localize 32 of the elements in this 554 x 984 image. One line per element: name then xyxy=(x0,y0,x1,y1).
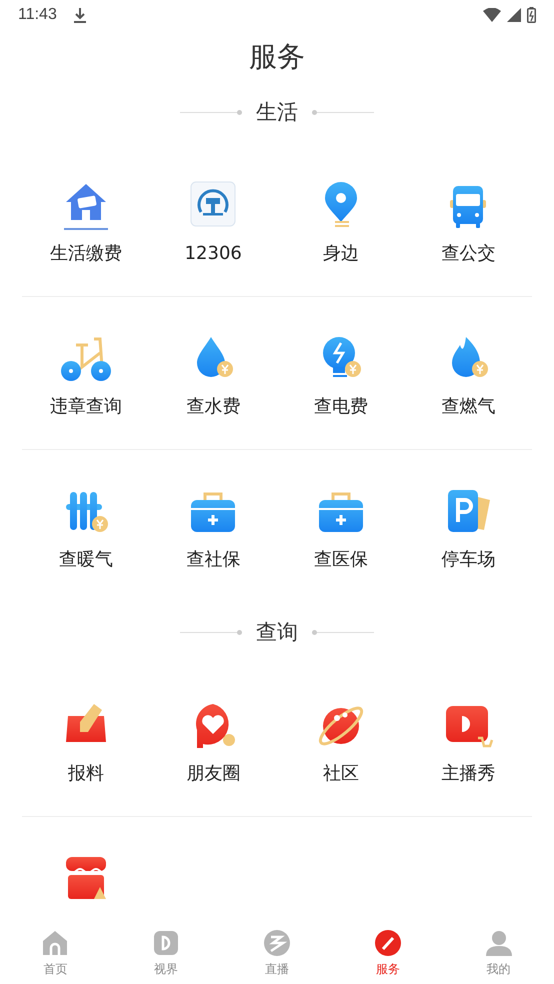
service-label[interactable]: 身边 xyxy=(322,242,359,266)
nav-tab[interactable]: 首页 xyxy=(0,922,111,984)
battery-icon xyxy=(527,7,536,23)
service-label[interactable]: 查燃气 xyxy=(441,395,496,419)
status-time: 11:43 xyxy=(18,6,57,24)
person-icon xyxy=(484,928,513,956)
section-title: 查询 xyxy=(256,619,298,646)
service-label[interactable]: 查公交 xyxy=(441,242,496,266)
service-label[interactable]: 12306 xyxy=(184,242,242,266)
signal-icon xyxy=(507,8,521,22)
service-label[interactable]: 停车场 xyxy=(441,548,496,572)
service-label[interactable]: 生活缴费 xyxy=(50,242,122,266)
service-label[interactable]: 查水费 xyxy=(186,395,240,419)
service-label[interactable]: 查医保 xyxy=(314,548,368,572)
home-icon xyxy=(41,928,70,956)
nav-tab[interactable]: 视界 xyxy=(110,922,222,984)
download-icon xyxy=(72,7,87,23)
page-title: 服务 xyxy=(248,39,306,75)
wifi-icon xyxy=(483,8,501,22)
section-title: 生活 xyxy=(256,99,298,126)
service-label[interactable]: 朋友圈 xyxy=(186,762,240,786)
service-label[interactable]: 查电费 xyxy=(314,395,368,419)
nav-tab[interactable]: 我的 xyxy=(443,922,554,984)
play-icon xyxy=(152,928,180,956)
service-label[interactable]: 主播秀 xyxy=(441,762,496,786)
nav-tab[interactable]: 直播 xyxy=(222,922,332,984)
service-label[interactable]: 违章查询 xyxy=(50,395,122,419)
service-label[interactable]: 查社保 xyxy=(186,548,240,572)
service-label[interactable]: 报料 xyxy=(68,762,104,786)
nav-tab[interactable]: 服务 xyxy=(332,922,444,984)
service-label[interactable]: 社区 xyxy=(322,762,359,786)
service-label[interactable]: 查暖气 xyxy=(58,548,113,572)
